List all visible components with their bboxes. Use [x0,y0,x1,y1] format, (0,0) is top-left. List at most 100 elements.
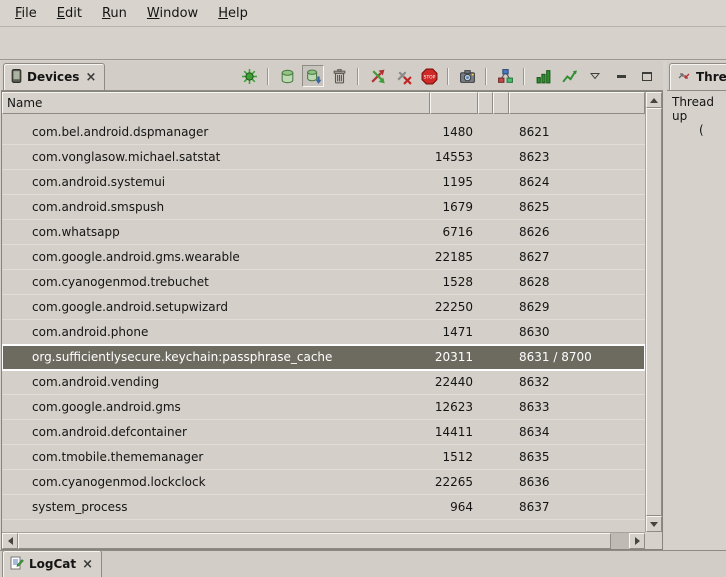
toolbar-separator [357,68,359,85]
toolbar-separator [447,68,449,85]
process-name: com.bel.android.dspmanager [2,125,430,139]
scroll-right-icon[interactable] [629,533,645,549]
process-name: com.tmobile.thememanager [2,450,430,464]
device-table-header: Name [2,92,645,114]
process-port: 8623 [509,150,645,164]
scroll-left-icon[interactable] [2,533,18,549]
close-icon[interactable]: × [81,558,94,571]
table-row[interactable]: com.android.systemui 1195 8624 [2,170,645,195]
heap-indicator-column-header[interactable] [478,92,493,114]
table-row[interactable]: com.android.smspush 1679 8625 [2,195,645,220]
process-port: 8635 [509,450,645,464]
device-icon [11,69,22,86]
toolbar-separator [523,68,525,85]
threads-message-line2: ( [699,123,726,137]
table-row[interactable]: com.google.android.gms.wearable 22185 86… [2,245,645,270]
process-pid: 14411 [430,425,478,439]
process-pid: 22440 [430,375,478,389]
process-pid: 1195 [430,175,478,189]
process-name: com.android.smspush [2,200,430,214]
process-pid: 964 [430,500,478,514]
process-pid: 22185 [430,250,478,264]
horizontal-scrollbar[interactable] [2,532,645,549]
table-row[interactable]: com.cyanogenmod.trebuchet 1528 8628 [2,270,645,295]
minimize-icon[interactable] [610,65,632,87]
process-port: 8625 [509,200,645,214]
process-port: 8631 / 8700 [509,350,645,364]
logcat-icon [10,556,24,573]
scroll-down-icon[interactable] [646,516,662,532]
pid-column-header[interactable] [430,92,478,114]
port-column-header[interactable] [509,92,645,114]
tab-logcat[interactable]: LogCat × [2,550,102,577]
process-name: com.android.systemui [2,175,430,189]
name-column-header[interactable]: Name [2,92,430,114]
debug-process-icon[interactable] [238,65,260,87]
scroll-up-icon[interactable] [646,92,662,108]
table-row[interactable]: com.google.android.gms 12623 8633 [2,395,645,420]
threads-icon [677,69,691,86]
process-name: com.cyanogenmod.trebuchet [2,275,430,289]
start-method-profiling-icon[interactable] [392,65,414,87]
menu-window[interactable]: Window [137,2,208,25]
tab-devices[interactable]: Devices × [3,63,105,90]
vertical-scrollbar[interactable] [645,92,662,532]
cause-gc-icon[interactable] [328,65,350,87]
tab-threads[interactable]: Threads [669,63,726,90]
vertical-scroll-thumb[interactable] [646,108,662,516]
table-row[interactable]: system_process 964 8637 [2,495,645,520]
process-pid: 1471 [430,325,478,339]
dump-view-hierarchy-icon[interactable] [494,65,516,87]
process-port: 8624 [509,175,645,189]
tab-devices-label: Devices [27,70,79,84]
device-table-body: com.bel.android.dspmanager 1480 8621 com… [2,114,645,532]
process-port: 8621 [509,125,645,139]
process-port: 8630 [509,325,645,339]
table-row[interactable]: com.android.phone 1471 8630 [2,320,645,345]
process-port: 8627 [509,250,645,264]
update-heap-icon[interactable] [276,65,298,87]
update-threads-icon[interactable] [366,65,388,87]
table-row[interactable]: com.tmobile.thememanager 1512 8635 [2,445,645,470]
stop-process-icon[interactable]: STOP [418,65,440,87]
view-menu-icon[interactable] [584,65,606,87]
table-row[interactable]: com.android.vending 22440 8632 [2,370,645,395]
process-pid: 22265 [430,475,478,489]
table-row[interactable]: com.cyanogenmod.lockclock 22265 8636 [2,470,645,495]
table-row[interactable]: com.android.defcontainer 14411 8634 [2,420,645,445]
horizontal-scroll-thumb[interactable] [18,533,611,549]
dump-hprof-icon[interactable] [302,65,324,87]
process-name: com.cyanogenmod.lockclock [2,475,430,489]
threads-panel: Threads Thread up ( [667,61,726,550]
process-name: com.vonglasow.michael.satstat [2,150,430,164]
close-icon[interactable]: × [84,71,97,84]
table-row[interactable]: org.sufficientlysecure.keychain:passphra… [2,345,645,370]
thread-indicator-column-header[interactable] [493,92,509,114]
devices-tabbar: Devices × [1,61,663,91]
allocation-tracker-icon[interactable] [532,65,554,87]
process-pid: 20311 [430,350,478,364]
table-row[interactable]: com.google.android.setupwizard 22250 862… [2,295,645,320]
toolbar-separator [485,68,487,85]
menu-help[interactable]: Help [208,2,258,25]
process-port: 8629 [509,300,645,314]
table-row[interactable]: com.whatsapp 6716 8626 [2,220,645,245]
process-name: com.google.android.gms.wearable [2,250,430,264]
empty-toolbar-strip [0,28,726,60]
process-port: 8634 [509,425,645,439]
scrollbar-corner [645,532,662,549]
table-row[interactable]: com.vonglasow.michael.satstat 14553 8623 [2,145,645,170]
bottom-bar: LogCat × [0,550,726,577]
table-row[interactable]: com.bel.android.dspmanager 1480 8621 [2,120,645,145]
menu-file[interactable]: File [5,2,47,25]
process-pid: 1480 [430,125,478,139]
menu-run[interactable]: Run [92,2,137,25]
menu-edit[interactable]: Edit [47,2,92,25]
network-stats-icon[interactable] [558,65,580,87]
stop-label: STOP [423,74,435,80]
process-name: system_process [2,500,430,514]
maximize-icon[interactable] [636,65,658,87]
threads-tabbar: Threads [667,61,726,91]
devices-toolbar: STOP [238,65,658,87]
screen-capture-icon[interactable] [456,65,478,87]
